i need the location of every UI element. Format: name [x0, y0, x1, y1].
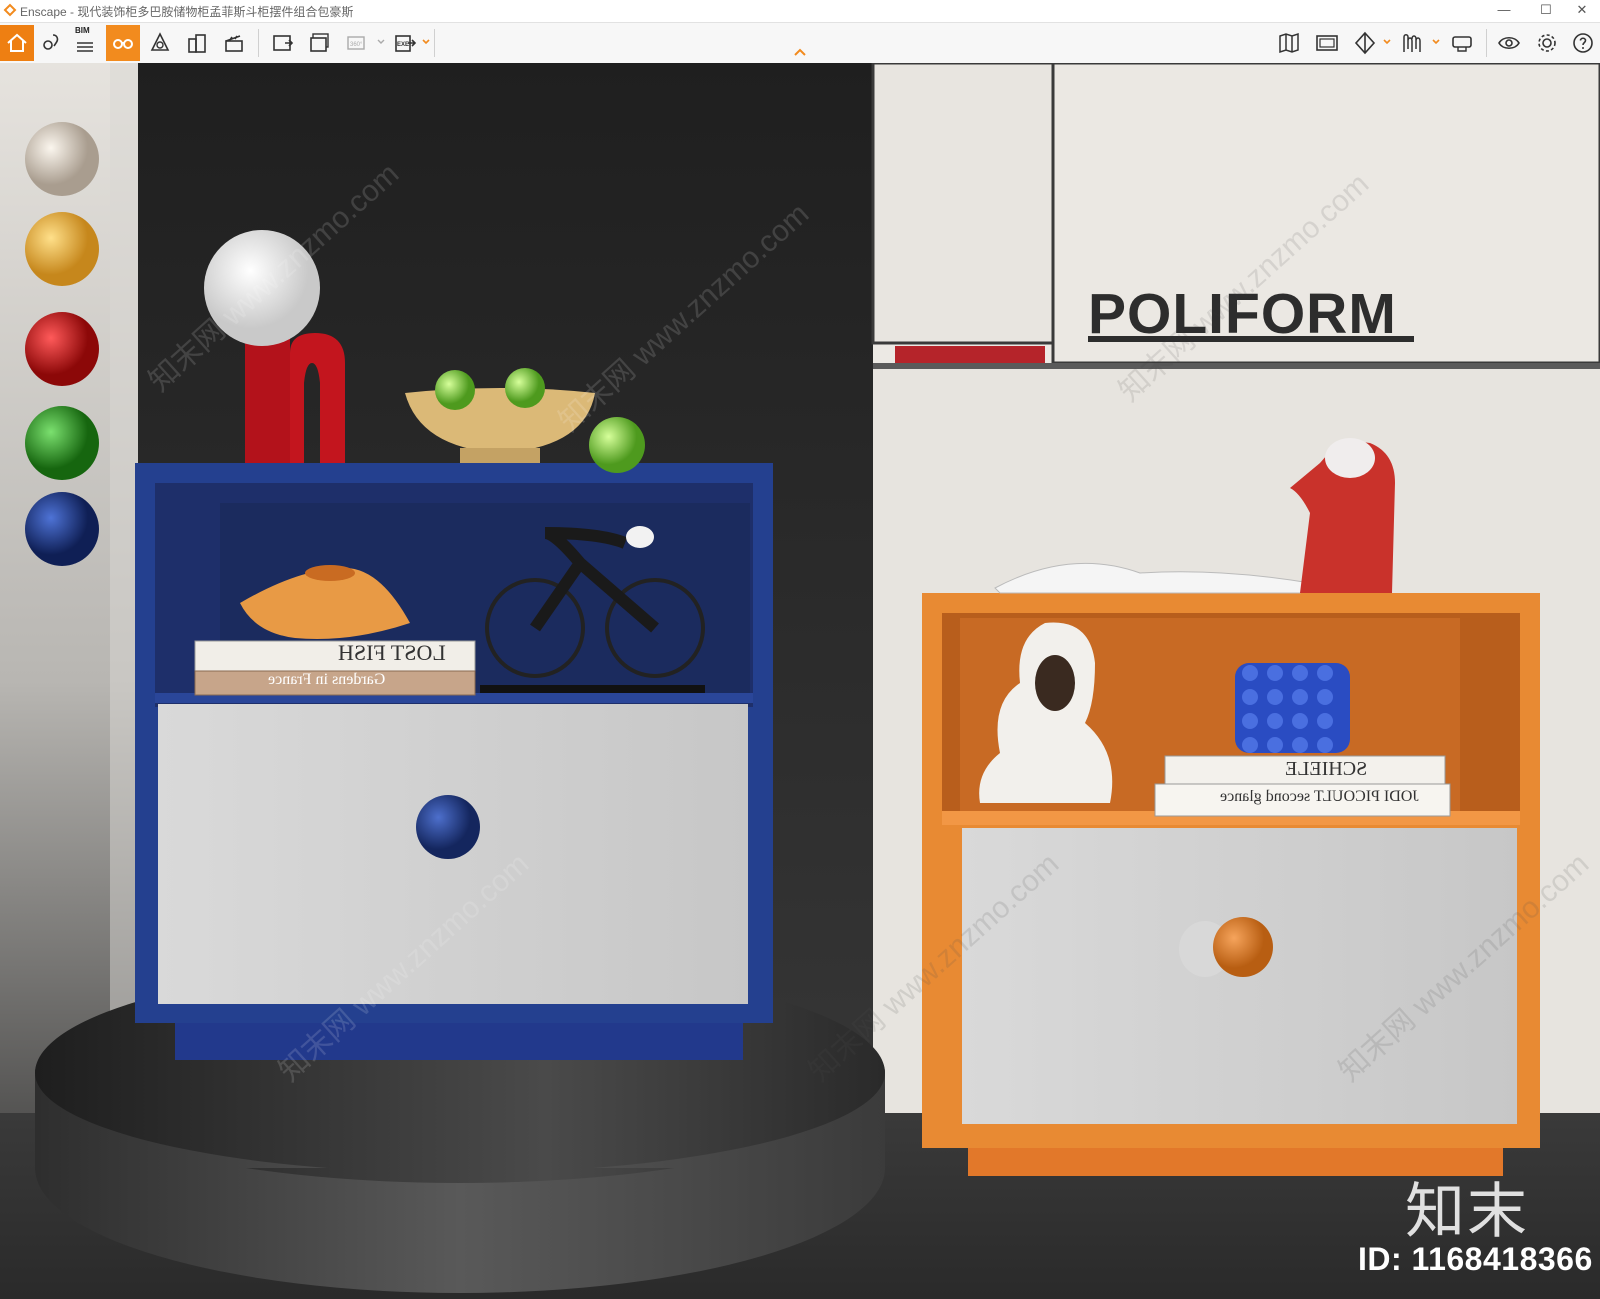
- eye-icon: [1498, 36, 1520, 50]
- toolbar-separator: [434, 29, 435, 57]
- asset-library-button[interactable]: [143, 25, 177, 61]
- brand-underline: [1088, 336, 1414, 342]
- cube-icon: [1354, 31, 1376, 55]
- minimize-button[interactable]: —: [1486, 0, 1522, 22]
- location-button[interactable]: [34, 25, 68, 61]
- display-button[interactable]: [1310, 25, 1344, 61]
- home-icon: [7, 33, 27, 52]
- green-swatch-sphere: [25, 406, 99, 480]
- walk-mode-button[interactable]: [106, 25, 140, 61]
- screenshot-button[interactable]: [266, 25, 300, 61]
- display-icon: [1316, 35, 1338, 51]
- title-bar: Enscape - 现代装饰柜多巴胺储物柜孟菲斯斗柜摆件组合包豪斯 — ☐ ✕: [0, 0, 1600, 23]
- map-button[interactable]: [1272, 25, 1306, 61]
- location-pin-icon: [43, 34, 59, 50]
- buildings-icon: [188, 34, 206, 53]
- asset-library-icon: [150, 32, 170, 51]
- gear-icon: [1538, 34, 1556, 52]
- yellow-swatch-sphere: [25, 212, 99, 286]
- visual-settings-icon: [1403, 34, 1421, 52]
- panorama-button[interactable]: 360°: [340, 25, 374, 61]
- scene-render: [0, 63, 1600, 1299]
- chevron-down-icon[interactable]: [1431, 35, 1441, 49]
- znzmo-logo-text: 知末: [1405, 1178, 1529, 1245]
- settings-button[interactable]: [1530, 25, 1564, 61]
- vr-button[interactable]: [1445, 25, 1479, 61]
- bim-label: BIM: [75, 26, 90, 35]
- collapse-toolbar-icon[interactable]: [793, 47, 807, 57]
- bim-button[interactable]: BIM: [68, 25, 102, 61]
- window-title: Enscape - 现代装饰柜多巴胺储物柜孟菲斯斗柜摆件组合包豪斯: [20, 5, 354, 19]
- visual-settings-button[interactable]: [1396, 25, 1430, 61]
- chevron-down-icon[interactable]: [1382, 35, 1392, 49]
- export-button[interactable]: EXE: [388, 25, 422, 61]
- chevron-down-icon[interactable]: [421, 35, 431, 49]
- binoculars-icon: [113, 39, 133, 49]
- panorama-label: 360°: [350, 42, 363, 48]
- maximize-button[interactable]: ☐: [1528, 0, 1564, 22]
- batch-render-button[interactable]: [303, 25, 337, 61]
- batch-render-icon: [310, 33, 329, 52]
- orange-knob: [1213, 917, 1273, 977]
- video-editor-button[interactable]: [217, 25, 251, 61]
- clapperboard-icon: [225, 35, 243, 52]
- view-settings-button[interactable]: [1492, 25, 1526, 61]
- main-toolbar: BIM 360° EXE: [0, 23, 1600, 64]
- book-title-schiele: SCHIELE: [1285, 758, 1368, 780]
- cream-swatch-sphere: [25, 122, 99, 196]
- map-icon: [1279, 32, 1299, 54]
- book-title-lost-fish: LOST FISH: [338, 640, 446, 665]
- book-title-jodi-picoult: JODI PICOULT second glance: [1220, 788, 1419, 805]
- book-title-gardens: Gardens in France: [268, 671, 386, 688]
- view-mode-button[interactable]: [1348, 25, 1382, 61]
- help-button[interactable]: [1566, 25, 1600, 61]
- blue-cabinet: [135, 463, 773, 1060]
- blue-swatch-sphere: [25, 492, 99, 566]
- render-viewport[interactable]: POLIFORM LOST FISH Gardens in France SCH…: [0, 63, 1600, 1299]
- exe-label: EXE: [397, 42, 409, 48]
- chevron-down-icon[interactable]: [376, 35, 386, 49]
- blue-knob: [416, 795, 480, 859]
- close-button[interactable]: ✕: [1564, 0, 1600, 22]
- model-id-text: ID: 1168418366: [1358, 1241, 1593, 1277]
- red-swatch-sphere: [25, 312, 99, 386]
- help-icon: [1573, 33, 1593, 53]
- vr-headset-icon: [1452, 36, 1472, 52]
- export-exe-icon: EXE: [395, 35, 417, 52]
- panorama-icon: 360°: [347, 36, 365, 50]
- toolbar-separator: [1486, 29, 1487, 57]
- toolbar-separator: [258, 29, 259, 57]
- buildings-button[interactable]: [180, 25, 214, 61]
- screenshot-icon: [273, 35, 294, 51]
- home-button[interactable]: [0, 25, 34, 61]
- enscape-logo-icon: [3, 3, 17, 17]
